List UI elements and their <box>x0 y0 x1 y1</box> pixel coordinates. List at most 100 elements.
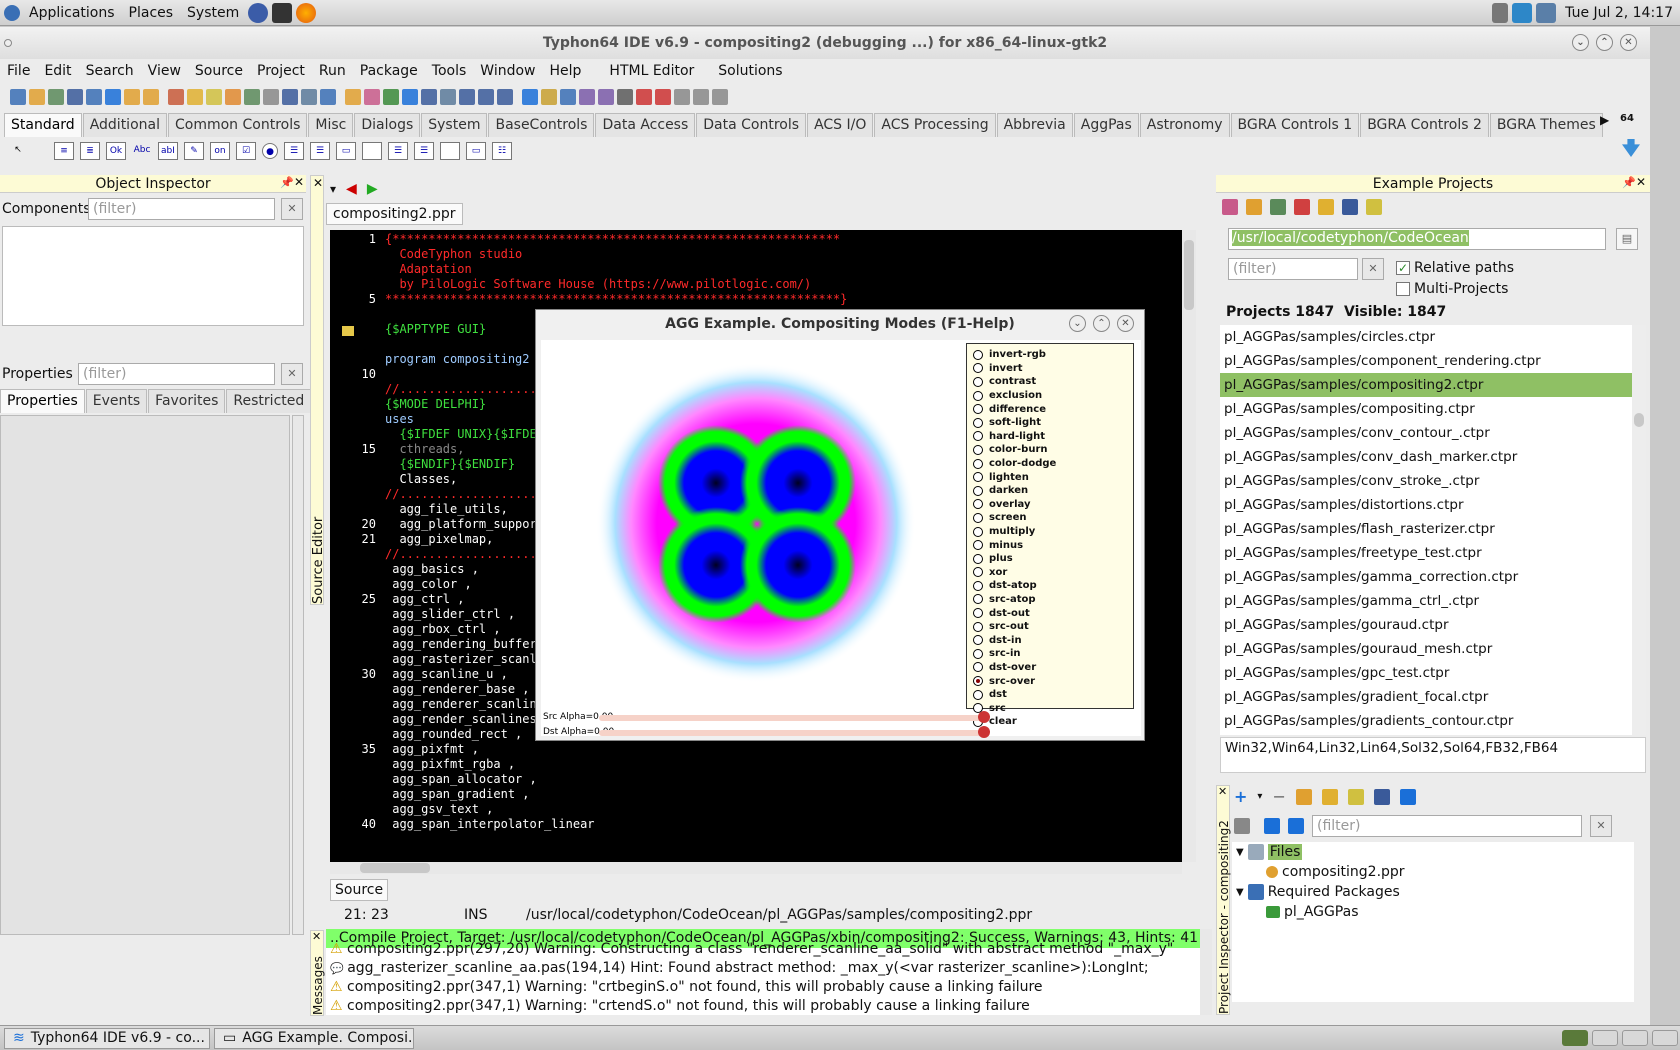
src-alpha-knob[interactable] <box>978 711 990 723</box>
code-line[interactable]: agg_basics , <box>385 562 479 576</box>
toolbar-button-icon[interactable] <box>421 89 437 105</box>
toolbar-button-icon[interactable] <box>143 89 159 105</box>
applications-menu[interactable]: Applications <box>22 5 122 21</box>
radio-icon[interactable] <box>973 472 983 483</box>
button-component-icon[interactable]: Ok <box>106 142 126 160</box>
toolbar-button-icon[interactable] <box>560 89 576 105</box>
panel-component-icon[interactable] <box>440 142 460 160</box>
palette-tab-standard[interactable]: Standard <box>4 113 82 137</box>
palette-next-icon[interactable]: ▶ <box>1600 113 1609 127</box>
radio-icon[interactable] <box>973 526 983 537</box>
radio-icon[interactable] <box>973 635 983 646</box>
expand-icon[interactable]: ▼ <box>1236 887 1244 898</box>
window-menu-icon[interactable] <box>4 39 12 47</box>
firefox-launcher-icon[interactable] <box>296 2 317 23</box>
mode-option-minus[interactable]: minus <box>967 538 1133 552</box>
radio-icon[interactable] <box>973 417 983 428</box>
project-list-item[interactable]: pl_AGGPas/samples/freetype_test.ctpr <box>1220 541 1632 565</box>
code-line[interactable]: agg_span_interpolator_linear <box>385 817 594 831</box>
code-line[interactable]: agg_rbox_ctrl , <box>385 622 500 636</box>
messages-scrollbar[interactable] <box>1200 929 1212 1015</box>
mode-option-exclusion[interactable]: exclusion <box>967 389 1133 403</box>
toolbar-button-icon[interactable] <box>459 89 475 105</box>
code-line[interactable]: agg_color , <box>385 577 471 591</box>
radio-icon[interactable] <box>973 512 983 523</box>
code-line[interactable]: agg_pixfmt , <box>385 742 479 756</box>
close-icon[interactable]: ✕ <box>1117 315 1134 332</box>
workspace-1[interactable] <box>1562 1030 1588 1046</box>
mode-option-color-burn[interactable]: color-burn <box>967 443 1133 457</box>
groupbox-component-icon[interactable] <box>362 142 382 160</box>
radio-icon[interactable] <box>973 390 983 401</box>
menu-edit[interactable]: Edit <box>37 63 78 79</box>
tab-favorites[interactable]: Favorites <box>148 389 226 413</box>
toolbar-button-icon[interactable] <box>598 89 614 105</box>
actionlist-component-icon[interactable]: ☷ <box>492 142 512 160</box>
sort-icon[interactable] <box>1288 818 1304 834</box>
mode-option-soft-light[interactable]: soft-light <box>967 416 1133 430</box>
selection-pointer-icon[interactable]: ↖ <box>8 142 28 160</box>
tab-compositing2[interactable]: compositing2.ppr <box>326 203 463 225</box>
project-list-item[interactable]: pl_AGGPas/samples/gouraud.ctpr <box>1220 613 1632 637</box>
code-line[interactable]: agg_file_utils, <box>385 502 507 516</box>
palette-tab-bgra-controls-1[interactable]: BGRA Controls 1 <box>1230 113 1360 137</box>
project-list-item[interactable]: pl_AGGPas/samples/gamma_ctrl_.ctpr <box>1220 589 1632 613</box>
radiogroup-component-icon[interactable]: ☰ <box>388 142 408 160</box>
workspace-4[interactable] <box>1652 1030 1678 1046</box>
terminal-launcher-icon[interactable] <box>272 2 293 23</box>
radio-icon[interactable] <box>973 499 983 510</box>
settings-launcher-icon[interactable] <box>248 2 269 23</box>
minimize-icon[interactable]: ⌄ <box>1572 34 1589 51</box>
mode-option-xor[interactable]: xor <box>967 566 1133 580</box>
toolbar-button-icon[interactable] <box>67 89 83 105</box>
find-icon[interactable] <box>1342 199 1358 215</box>
src-alpha-slider[interactable]: Src Alpha=0.00 <box>543 711 993 723</box>
messages-pane[interactable]: ..Compile Project, Target: /usr/local/co… <box>326 929 1200 1015</box>
codeocean-path-input[interactable]: /usr/local/codetyphon/CodeOcean <box>1228 228 1606 250</box>
togglebox-component-icon[interactable]: on <box>210 142 230 160</box>
radio-icon[interactable] <box>973 540 983 551</box>
project-list-item[interactable]: pl_AGGPas/samples/compositing.ctpr <box>1220 397 1632 421</box>
palette-tab-data-access[interactable]: Data Access <box>595 113 696 137</box>
editor-menu-icon[interactable]: ▾ <box>330 182 336 196</box>
mode-option-color-dodge[interactable]: color-dodge <box>967 457 1133 471</box>
radio-icon[interactable] <box>973 349 983 360</box>
components-filter-input[interactable]: (filter) <box>88 198 275 220</box>
toolbar-button-icon[interactable] <box>282 89 298 105</box>
radio-icon[interactable] <box>973 676 983 687</box>
mode-option-lighten[interactable]: lighten <box>967 470 1133 484</box>
mode-option-invert[interactable]: invert <box>967 362 1133 376</box>
agg-canvas[interactable]: invert-rgb invert contrast exclusion differe… <box>541 340 1141 738</box>
checkgroup-component-icon[interactable]: ☰ <box>414 142 434 160</box>
radio-icon[interactable] <box>973 431 983 442</box>
clock[interactable]: Tue Jul 2, 14:17 <box>1558 5 1680 21</box>
code-line[interactable]: {$APPTYPE GUI} <box>385 322 486 336</box>
multi-projects-checkbox[interactable]: Multi-Projects <box>1396 281 1508 297</box>
projects-list-scrollbar[interactable] <box>1632 325 1646 735</box>
clear-filter-icon[interactable]: ✕ <box>1362 258 1384 280</box>
code-line[interactable]: {$IFDEF UNIX}{$IFDE <box>385 427 536 441</box>
checkbox-component-icon[interactable]: ☑ <box>236 142 256 160</box>
mode-option-plus[interactable]: plus <box>967 552 1133 566</box>
system-menu[interactable]: System <box>180 5 246 21</box>
tree-node-package[interactable]: pl_AGGPas <box>1266 904 1359 920</box>
code-line[interactable]: agg_scanline_u , <box>385 667 508 681</box>
message-line[interactable]: ⚠ compositing2.ppr(347,1) Warning: "crte… <box>326 997 1200 1015</box>
toolbar-button-icon[interactable] <box>29 89 45 105</box>
palette-tab-dialogs[interactable]: Dialogs <box>354 113 421 137</box>
toolbar-button-icon[interactable] <box>383 89 399 105</box>
menu-view[interactable]: View <box>141 63 188 79</box>
mode-option-src-out[interactable]: src-out <box>967 620 1133 634</box>
code-line[interactable]: {$ENDIF}{$ENDIF} <box>385 457 515 471</box>
minimize-icon[interactable]: ⌄ <box>1069 315 1086 332</box>
toolbar-button-icon[interactable] <box>168 89 184 105</box>
combobox-component-icon[interactable]: ☰ <box>310 142 330 160</box>
mode-option-src-over[interactable]: src-over <box>967 674 1133 688</box>
radio-icon[interactable] <box>973 608 983 619</box>
mode-option-darken[interactable]: darken <box>967 484 1133 498</box>
menu-package[interactable]: Package <box>353 63 425 79</box>
radio-icon[interactable] <box>973 648 983 659</box>
options-icon[interactable] <box>1366 199 1382 215</box>
mode-option-overlay[interactable]: overlay <box>967 498 1133 512</box>
maximize-icon[interactable]: ⌃ <box>1093 315 1110 332</box>
